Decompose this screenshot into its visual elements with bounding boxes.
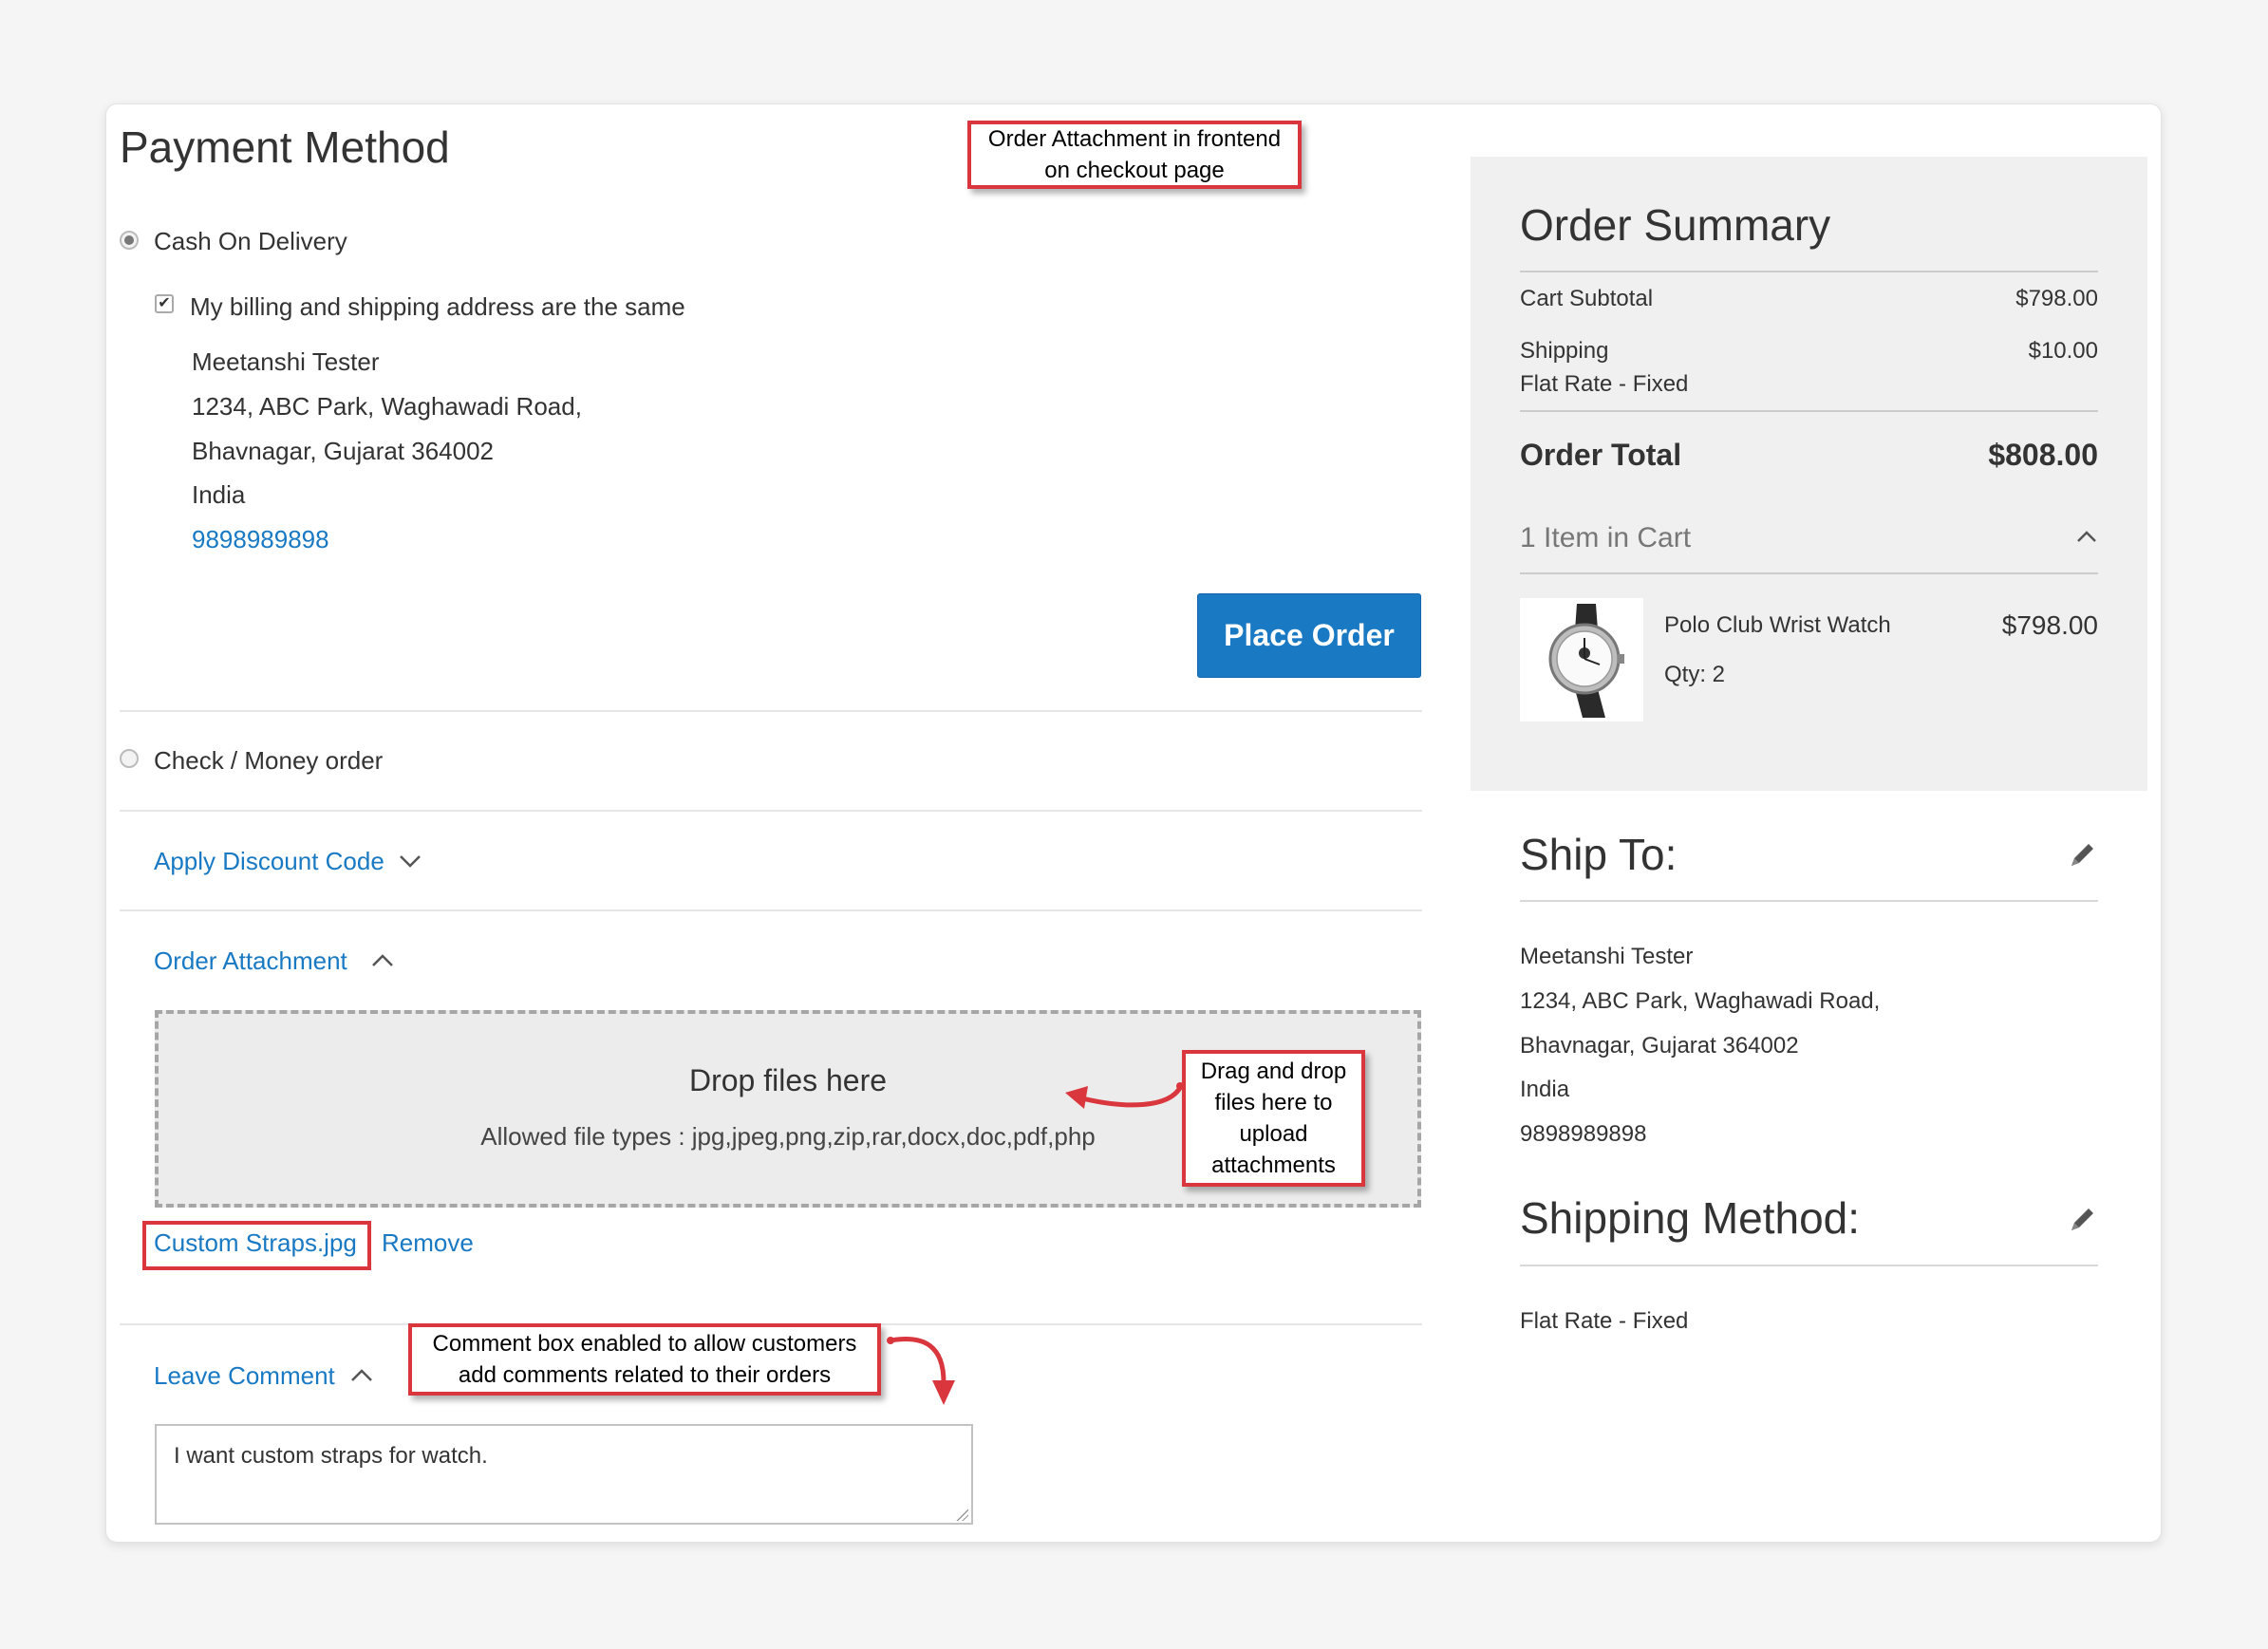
- annotation-comment: Comment box enabled to allow customers a…: [408, 1323, 881, 1396]
- annotation-line: Comment box enabled to allow customers: [432, 1331, 857, 1357]
- annotation-top: Order Attachment in frontend on checkout…: [967, 121, 1302, 189]
- watch-icon: [1548, 604, 1624, 718]
- divider: [1520, 900, 2098, 902]
- same-address-label[interactable]: My billing and shipping address are the …: [190, 292, 685, 322]
- divider: [120, 810, 1422, 812]
- annotation-line: Order Attachment in frontend: [987, 126, 1282, 152]
- divider: [1520, 1265, 2098, 1266]
- annotation-line: Drag and drop: [1200, 1059, 1347, 1084]
- billing-name: Meetanshi Tester: [192, 347, 380, 376]
- cart-subtotal-label: Cart Subtotal: [1520, 286, 1654, 311]
- divider: [1520, 410, 2098, 412]
- payment-method-check-label[interactable]: Check / Money order: [154, 746, 383, 776]
- order-attachment-toggle[interactable]: Order Attachment: [154, 946, 347, 976]
- remove-file-link[interactable]: Remove: [382, 1228, 474, 1258]
- pencil-icon[interactable]: [2066, 1204, 2098, 1236]
- order-summary-title: Order Summary: [1520, 200, 1831, 250]
- payment-method-title: Payment Method: [120, 122, 450, 172]
- pencil-icon[interactable]: [2066, 839, 2098, 871]
- annotation-line: add comments related to their orders: [458, 1362, 832, 1388]
- ship-to-country: India: [1520, 1077, 1570, 1102]
- attached-file-link[interactable]: Custom Straps.jpg: [154, 1228, 357, 1258]
- items-in-cart-toggle[interactable]: 1 Item in Cart: [1520, 522, 1691, 554]
- shipping-value: $10.00: [2028, 338, 2098, 364]
- cart-subtotal-value: $798.00: [2015, 286, 2098, 311]
- radio-selected-icon[interactable]: [120, 231, 139, 250]
- shipping-label: Shipping: [1520, 338, 1609, 364]
- product-price: $798.00: [2001, 610, 2098, 640]
- curved-arrow-icon: [887, 1337, 955, 1405]
- ship-to-street: 1234, ABC Park, Waghawadi Road,: [1520, 988, 1881, 1014]
- shipping-method-label: Flat Rate - Fixed: [1520, 371, 1689, 397]
- payment-method-cod-label[interactable]: Cash On Delivery: [154, 227, 347, 256]
- divider: [1520, 572, 2098, 574]
- annotation-line: upload: [1239, 1121, 1308, 1147]
- curved-arrow-icon: [1065, 1082, 1184, 1109]
- order-total-label: Order Total: [1520, 438, 1682, 472]
- chevron-up-icon[interactable]: [349, 1367, 374, 1384]
- annotation-line: files here to: [1214, 1090, 1333, 1115]
- annotation-line: attachments: [1211, 1152, 1336, 1178]
- chevron-down-icon[interactable]: [398, 853, 422, 870]
- ship-to-title: Ship To:: [1520, 830, 1678, 879]
- leave-comment-toggle[interactable]: Leave Comment: [154, 1361, 335, 1391]
- billing-street: 1234, ABC Park, Waghawadi Road,: [192, 392, 582, 421]
- resize-handle-icon[interactable]: [955, 1508, 968, 1521]
- shipping-method-value: Flat Rate - Fixed: [1520, 1308, 1689, 1334]
- ship-to-phone-link[interactable]: 9898989898: [1520, 1121, 1646, 1148]
- billing-phone-link[interactable]: 9898989898: [192, 525, 329, 554]
- product-thumbnail[interactable]: [1520, 598, 1643, 721]
- apply-discount-toggle[interactable]: Apply Discount Code: [154, 847, 384, 876]
- divider: [120, 909, 1422, 911]
- order-total-value: $808.00: [1988, 438, 2098, 472]
- annotation-drag-drop: Drag and drop files here to upload attac…: [1182, 1050, 1365, 1187]
- divider: [120, 710, 1422, 712]
- product-name: Polo Club Wrist Watch: [1664, 612, 1891, 638]
- billing-city: Bhavnagar, Gujarat 364002: [192, 437, 495, 465]
- annotation-line: on checkout page: [1044, 158, 1225, 183]
- place-order-button[interactable]: Place Order: [1197, 593, 1421, 678]
- comment-textarea[interactable]: [155, 1424, 973, 1525]
- ship-to-name: Meetanshi Tester: [1520, 944, 1694, 969]
- ship-to-city: Bhavnagar, Gujarat 364002: [1520, 1033, 1799, 1059]
- shipping-method-title: Shipping Method:: [1520, 1193, 1861, 1243]
- product-qty: Qty: 2: [1664, 662, 1726, 687]
- checkbox-icon[interactable]: ✔: [155, 294, 174, 313]
- divider: [1520, 271, 2098, 272]
- chevron-up-icon[interactable]: [2075, 528, 2098, 545]
- billing-country: India: [192, 480, 246, 509]
- radio-icon[interactable]: [120, 749, 139, 768]
- chevron-up-icon[interactable]: [370, 952, 395, 969]
